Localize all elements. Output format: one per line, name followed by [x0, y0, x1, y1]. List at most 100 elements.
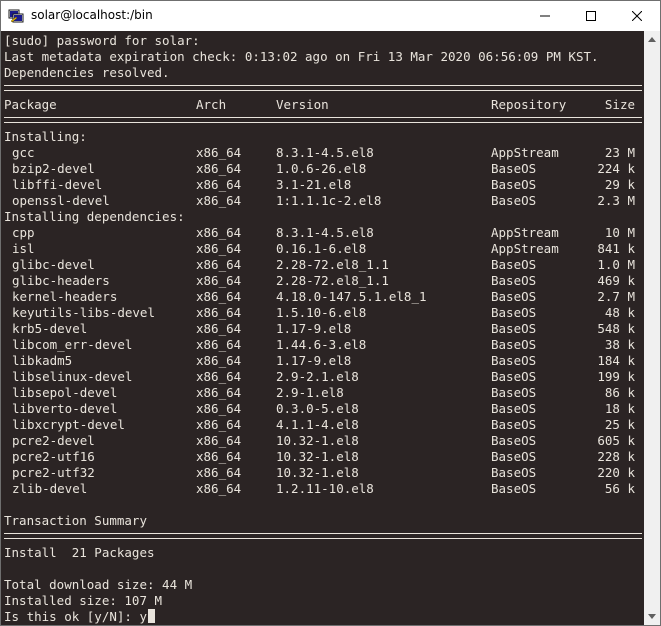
package-repository: BaseOS [491, 289, 537, 304]
package-arch: x86_64 [196, 241, 242, 256]
sudo-prompt-line: [sudo] password for solar: [4, 33, 200, 48]
package-row: pcre2-utf32 x86_64 10.32-1.el8 BaseOS 220 k [1, 465, 644, 481]
package-row: gcc x86_64 8.3.1-4.5.el8 AppStream 23 M [1, 145, 644, 161]
package-arch: x86_64 [196, 177, 242, 192]
package-repository: BaseOS [491, 193, 537, 208]
package-repository: BaseOS [491, 417, 537, 432]
package-name: libcom_err-devel [12, 337, 133, 352]
package-size: 220 k [597, 465, 635, 480]
package-row: cpp x86_64 8.3.1-4.5.el8 AppStream 10 M [1, 225, 644, 241]
metadata-line: Last metadata expiration check: 0:13:02 … [4, 49, 599, 64]
package-row: pcre2-devel x86_64 10.32-1.el8 BaseOS 605 k [1, 433, 644, 449]
scroll-up-button[interactable] [644, 31, 660, 48]
package-name: bzip2-devel [12, 161, 95, 176]
package-repository: BaseOS [491, 305, 537, 320]
package-arch: x86_64 [196, 289, 242, 304]
minimize-icon [540, 15, 550, 17]
package-name: libkadm5 [12, 353, 73, 368]
package-name: kernel-headers [12, 289, 118, 304]
header-arch: Arch [196, 97, 227, 112]
package-repository: AppStream [491, 225, 559, 240]
package-row: bzip2-devel x86_64 1.0.6-26.el8 BaseOS 224 k [1, 161, 644, 177]
package-name: libselinux-devel [12, 369, 133, 384]
confirm-prompt-line[interactable]: Is this ok [y/N]: y [4, 609, 155, 625]
package-repository: AppStream [491, 241, 559, 256]
minimize-button[interactable] [522, 1, 568, 31]
package-arch: x86_64 [196, 401, 242, 416]
package-version: 4.1.1-4.el8 [276, 417, 359, 432]
close-button[interactable] [614, 1, 660, 31]
package-size: 48 k [604, 305, 635, 320]
package-arch: x86_64 [196, 145, 242, 160]
header-version: Version [276, 97, 329, 112]
package-version: 4.18.0-147.5.1.el8_1 [276, 289, 427, 304]
package-row: isl x86_64 0.16.1-6.el8 AppStream 841 k [1, 241, 644, 257]
package-repository: BaseOS [491, 401, 537, 416]
package-repository: AppStream [491, 145, 559, 160]
package-arch: x86_64 [196, 433, 242, 448]
package-name: pcre2-utf16 [12, 449, 95, 464]
putty-terminal-icon[interactable] [8, 8, 24, 24]
vertical-scrollbar[interactable] [644, 31, 660, 625]
package-row: libffi-devel x86_64 3.1-21.el8 BaseOS 29 k [1, 177, 644, 193]
section-installing: Installing: [4, 129, 87, 144]
package-version: 2.28-72.el8_1.1 [276, 273, 389, 288]
package-size: 224 k [597, 161, 635, 176]
package-version: 1:1.1.1c-2.el8 [276, 193, 382, 208]
package-size: 2.7 M [597, 289, 635, 304]
package-arch: x86_64 [196, 465, 242, 480]
package-version: 8.3.1-4.5.el8 [276, 225, 374, 240]
package-version: 10.32-1.el8 [276, 433, 359, 448]
package-size: 18 k [604, 401, 635, 416]
chevron-up-icon [648, 37, 656, 42]
package-version: 2.9-2.1.el8 [276, 369, 359, 384]
package-version: 1.44.6-3.el8 [276, 337, 367, 352]
package-arch: x86_64 [196, 225, 242, 240]
package-size: 23 M [604, 145, 635, 160]
package-repository: BaseOS [491, 337, 537, 352]
package-size: 56 k [604, 481, 635, 496]
package-name: gcc [12, 145, 35, 160]
separator-header [4, 117, 642, 123]
package-row: kernel-headers x86_64 4.18.0-147.5.1.el8_1… [1, 289, 644, 305]
package-size: 29 k [604, 177, 635, 192]
package-name: keyutils-libs-devel [12, 305, 155, 320]
package-repository: BaseOS [491, 321, 537, 336]
package-row: zlib-devel x86_64 1.2.11-10.el8 BaseOS 56 k [1, 481, 644, 497]
confirm-input[interactable]: y [139, 609, 147, 624]
package-name: libsepol-devel [12, 385, 118, 400]
package-version: 1.2.11-10.el8 [276, 481, 374, 496]
package-row: openssl-devel x86_64 1:1.1.1c-2.el8 BaseOS 2… [1, 193, 644, 209]
header-package: Package [4, 97, 57, 112]
package-name: openssl-devel [12, 193, 110, 208]
package-version: 10.32-1.el8 [276, 449, 359, 464]
package-repository: BaseOS [491, 449, 537, 464]
transaction-summary-heading: Transaction Summary [4, 513, 147, 528]
package-name: zlib-devel [12, 481, 88, 496]
package-arch: x86_64 [196, 161, 242, 176]
header-repository: Repository [491, 97, 567, 112]
package-arch: x86_64 [196, 449, 242, 464]
package-arch: x86_64 [196, 369, 242, 384]
package-repository: BaseOS [491, 433, 537, 448]
terminal-output[interactable]: [sudo] password for solar: Last metadata… [1, 31, 644, 625]
section-dependencies: Installing dependencies: [4, 209, 185, 224]
package-row: libxcrypt-devel x86_64 4.1.1-4.el8 BaseOS 25… [1, 417, 644, 433]
package-name: glibc-devel [12, 257, 95, 272]
chevron-down-icon [648, 614, 656, 619]
package-version: 2.9-1.el8 [276, 385, 344, 400]
title-bar[interactable]: solar@localhost:/bin [1, 1, 660, 31]
package-row: libcom_err-devel x86_64 1.44.6-3.el8 BaseOS… [1, 337, 644, 353]
package-arch: x86_64 [196, 273, 242, 288]
package-size: 38 k [604, 337, 635, 352]
scroll-down-button[interactable] [644, 608, 660, 625]
text-cursor [148, 609, 155, 623]
package-repository: BaseOS [491, 369, 537, 384]
package-version: 1.5.10-6.el8 [276, 305, 367, 320]
package-arch: x86_64 [196, 321, 242, 336]
package-name: libxcrypt-devel [12, 417, 125, 432]
package-name: pcre2-utf32 [12, 465, 95, 480]
package-repository: BaseOS [491, 177, 537, 192]
package-arch: x86_64 [196, 305, 242, 320]
maximize-button[interactable] [568, 1, 614, 31]
